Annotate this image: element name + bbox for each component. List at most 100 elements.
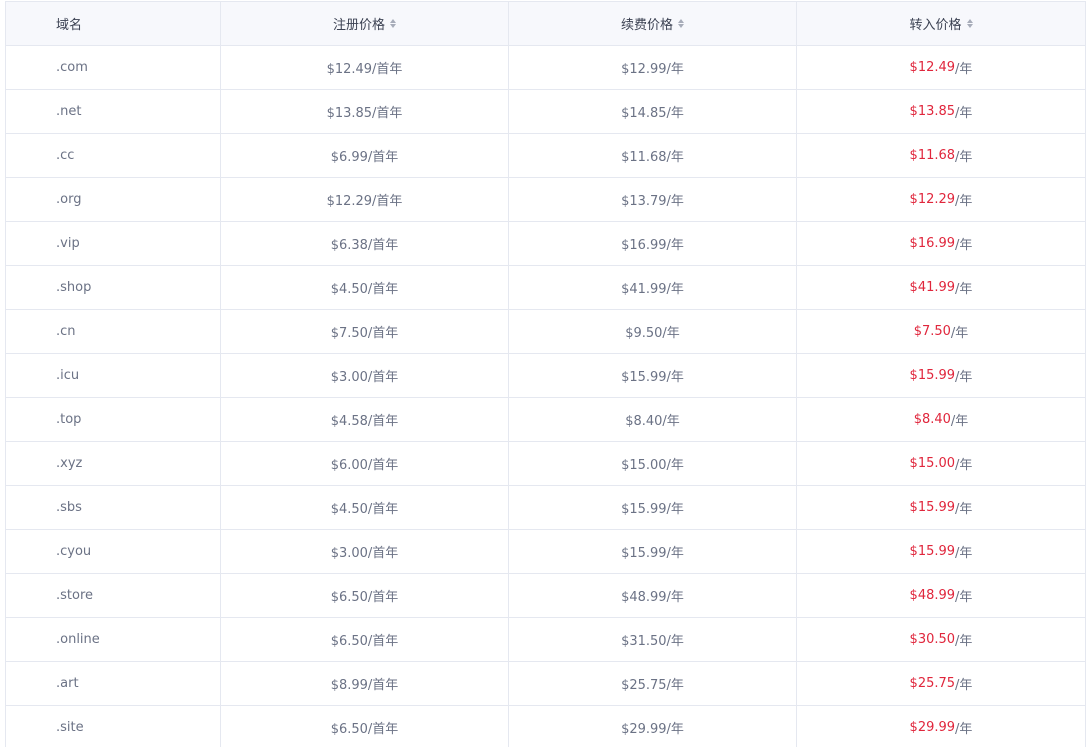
table-row: .store $6.50/首年 $48.99/年 $48.99/年 (6, 574, 1085, 618)
transfer-price-cell: $29.99/年 (797, 706, 1085, 747)
register-price: $3.00/首年 (330, 546, 399, 561)
transfer-price-value: $30.50 (909, 632, 956, 647)
transfer-price-cell: $11.68/年 (797, 134, 1085, 177)
renew-price-cell: $15.99/年 (509, 354, 797, 397)
register-price: $12.49/首年 (326, 62, 403, 77)
register-price-cell: $12.49/首年 (221, 46, 509, 89)
transfer-price-value: $8.40 (913, 412, 951, 427)
transfer-price-cell: $12.49/年 (797, 46, 1085, 89)
domain-cell: .store (6, 574, 221, 617)
transfer-price-value: $41.99 (909, 280, 956, 295)
transfer-price-unit: /年 (955, 546, 973, 561)
table-row: .xyz $6.00/首年 $15.00/年 $15.00/年 (6, 442, 1085, 486)
header-transfer-price[interactable]: 转入价格 (797, 2, 1085, 45)
register-price-cell: $7.50/首年 (221, 310, 509, 353)
register-price-cell: $3.00/首年 (221, 530, 509, 573)
renew-price-cell: $15.99/年 (509, 486, 797, 529)
transfer-price-cell: $30.50/年 (797, 618, 1085, 661)
transfer-price-unit: /年 (955, 238, 973, 253)
register-price-cell: $8.99/首年 (221, 662, 509, 705)
renew-price: $48.99/年 (621, 590, 684, 605)
domain-suffix: .cyou (56, 544, 92, 559)
renew-price: $12.99/年 (621, 62, 684, 77)
register-price: $8.99/首年 (330, 678, 399, 693)
domain-suffix: .store (56, 588, 94, 603)
register-price-cell: $4.58/首年 (221, 398, 509, 441)
table-row: .online $6.50/首年 $31.50/年 $30.50/年 (6, 618, 1085, 662)
domain-suffix: .shop (56, 280, 92, 295)
register-price-cell: $6.50/首年 (221, 618, 509, 661)
domain-cell: .net (6, 90, 221, 133)
transfer-price-value: $16.99 (909, 236, 956, 251)
table-row: .site $6.50/首年 $29.99/年 $29.99/年 (6, 706, 1085, 747)
domain-cell: .site (6, 706, 221, 747)
register-price-cell: $6.50/首年 (221, 706, 509, 747)
sort-icon[interactable] (966, 19, 973, 28)
table-body: .com $12.49/首年 $12.99/年 $12.49/年 .net $13.85/… (6, 46, 1085, 747)
renew-price-cell: $31.50/年 (509, 618, 797, 661)
transfer-price-cell: $7.50/年 (797, 310, 1085, 353)
transfer-price-value: $29.99 (909, 720, 956, 735)
register-price: $13.85/首年 (326, 106, 403, 121)
transfer-price-cell: $15.99/年 (797, 354, 1085, 397)
renew-price: $11.68/年 (621, 150, 684, 165)
renew-price: $29.99/年 (621, 722, 684, 737)
register-price: $3.00/首年 (330, 370, 399, 385)
transfer-price-value: $11.68 (909, 148, 956, 163)
renew-price: $8.40/年 (625, 414, 680, 429)
transfer-price-unit: /年 (955, 458, 973, 473)
register-price-cell: $6.00/首年 (221, 442, 509, 485)
register-price: $4.50/首年 (330, 282, 399, 297)
domain-cell: .cc (6, 134, 221, 177)
register-price-cell: $4.50/首年 (221, 486, 509, 529)
renew-price-cell: $48.99/年 (509, 574, 797, 617)
transfer-price-cell: $15.99/年 (797, 530, 1085, 573)
domain-suffix: .xyz (56, 456, 83, 471)
header-register-price[interactable]: 注册价格 (221, 2, 509, 45)
domain-suffix: .online (56, 632, 100, 647)
domain-price-table: 域名 注册价格 续费价格 转入价格 .com $12.49/首年 $12.99/年 $… (5, 1, 1086, 747)
transfer-price-unit: /年 (955, 62, 973, 77)
domain-cell: .cn (6, 310, 221, 353)
renew-price: $41.99/年 (621, 282, 684, 297)
domain-cell: .com (6, 46, 221, 89)
renew-price-cell: $15.99/年 (509, 530, 797, 573)
renew-price-cell: $14.85/年 (509, 90, 797, 133)
domain-cell: .icu (6, 354, 221, 397)
transfer-price-unit: /年 (955, 634, 973, 649)
header-renew-price[interactable]: 续费价格 (509, 2, 797, 45)
table-row: .shop $4.50/首年 $41.99/年 $41.99/年 (6, 266, 1085, 310)
domain-suffix: .sbs (56, 500, 82, 515)
transfer-price-unit: /年 (955, 150, 973, 165)
domain-suffix: .top (56, 412, 82, 427)
register-price: $4.50/首年 (330, 502, 399, 517)
renew-price: $15.00/年 (621, 458, 684, 473)
renew-price-cell: $25.75/年 (509, 662, 797, 705)
register-price: $6.50/首年 (330, 590, 399, 605)
domain-cell: .online (6, 618, 221, 661)
transfer-price-value: $15.99 (909, 368, 956, 383)
transfer-price-value: $48.99 (909, 588, 956, 603)
domain-suffix: .org (56, 192, 82, 207)
register-price: $6.99/首年 (330, 150, 399, 165)
table-row: .top $4.58/首年 $8.40/年 $8.40/年 (6, 398, 1085, 442)
table-row: .cyou $3.00/首年 $15.99/年 $15.99/年 (6, 530, 1085, 574)
sort-icon[interactable] (390, 19, 396, 28)
register-price-cell: $12.29/首年 (221, 178, 509, 221)
transfer-price-unit: /年 (955, 106, 973, 121)
header-renew-label: 续费价格 (620, 18, 673, 33)
table-row: .vip $6.38/首年 $16.99/年 $16.99/年 (6, 222, 1085, 266)
header-domain-label: 域名 (56, 18, 83, 33)
transfer-price-cell: $15.99/年 (797, 486, 1085, 529)
sort-icon[interactable] (678, 19, 684, 28)
table-row: .icu $3.00/首年 $15.99/年 $15.99/年 (6, 354, 1085, 398)
renew-price-cell: $13.79/年 (509, 178, 797, 221)
transfer-price-cell: $48.99/年 (797, 574, 1085, 617)
renew-price: $9.50/年 (625, 326, 680, 341)
domain-suffix: .cn (56, 324, 76, 339)
transfer-price-value: $15.99 (909, 544, 956, 559)
transfer-price-value: $13.85 (909, 104, 956, 119)
domain-suffix: .net (56, 104, 82, 119)
transfer-price-cell: $12.29/年 (797, 178, 1085, 221)
transfer-price-unit: /年 (950, 326, 969, 341)
